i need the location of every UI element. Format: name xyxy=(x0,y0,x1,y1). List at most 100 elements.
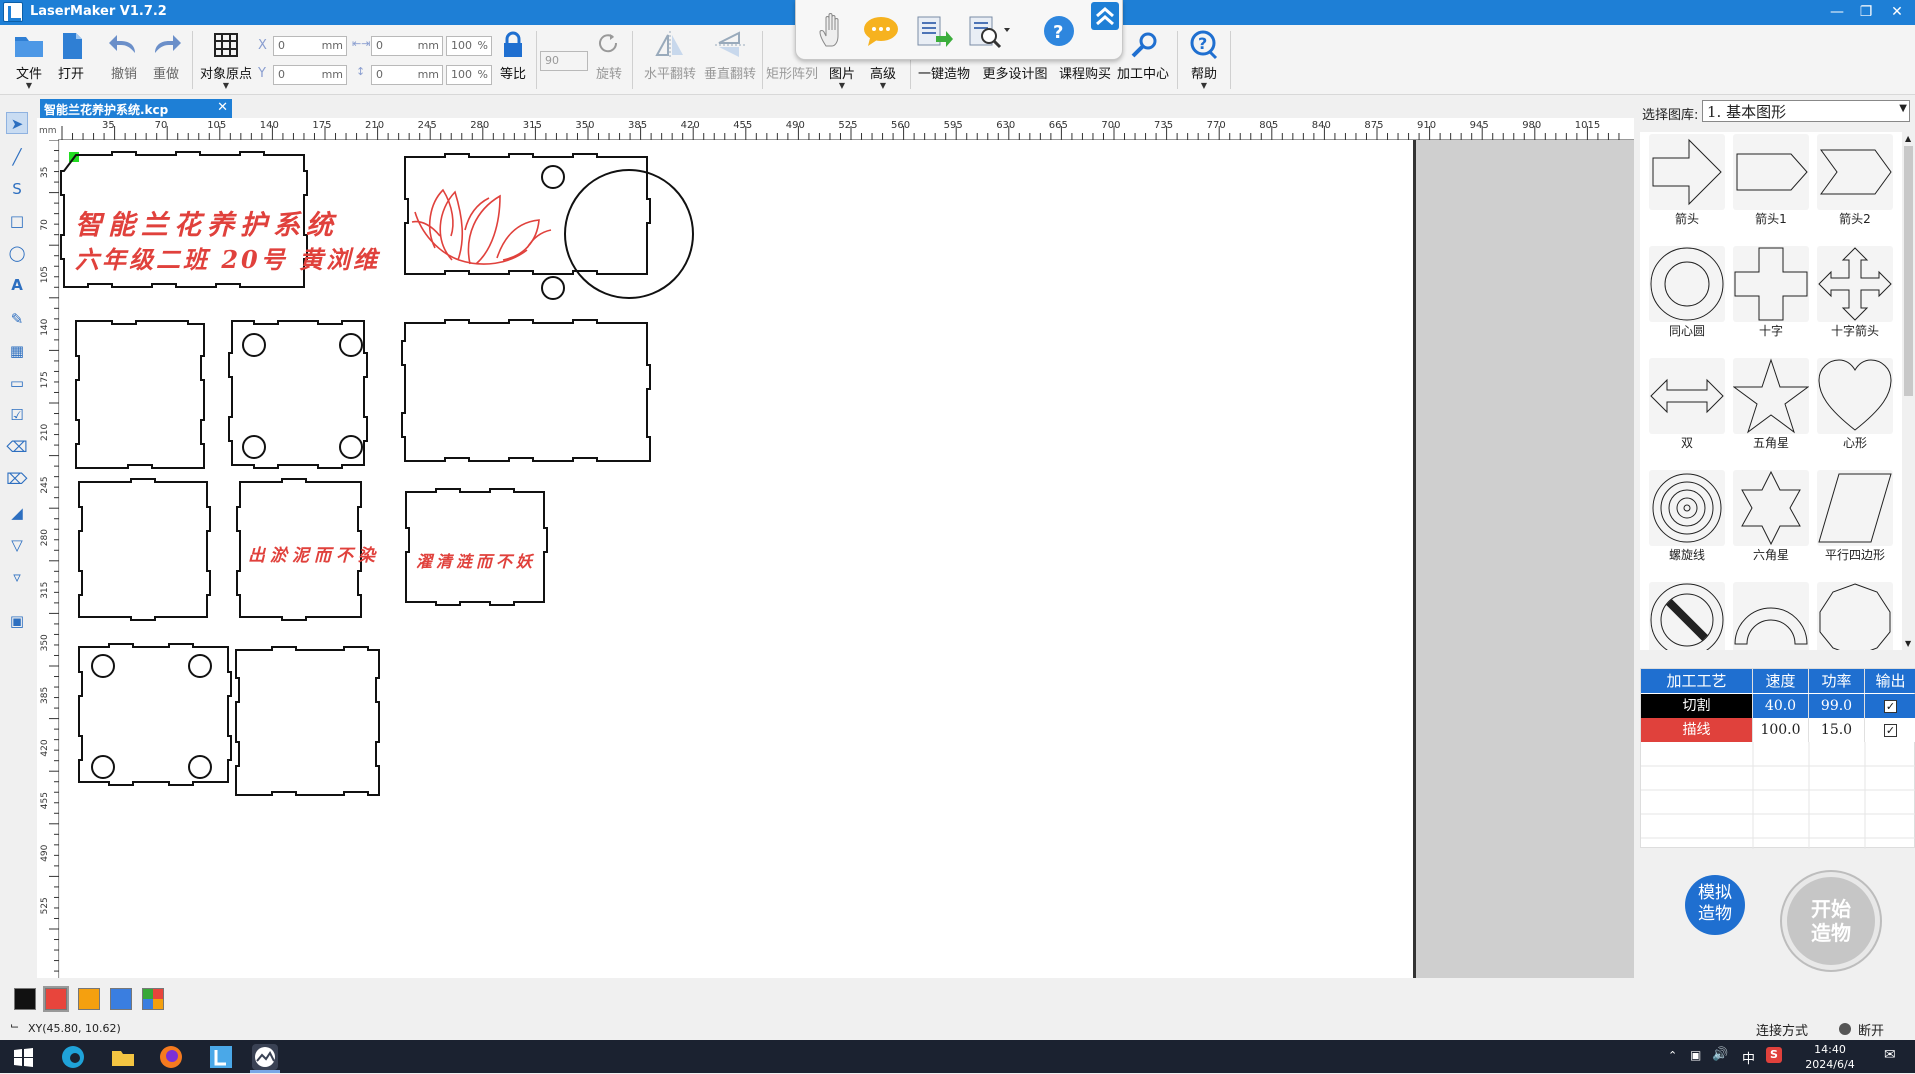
notification-icon[interactable]: ✉ xyxy=(1884,1047,1896,1063)
file-explorer-icon[interactable] xyxy=(110,1044,136,1070)
ime-indicator[interactable]: 中 xyxy=(1742,1048,1755,1067)
height-scale-input[interactable]: 100% xyxy=(446,65,492,85)
redo-button[interactable]: 重做 xyxy=(147,29,185,82)
width-input[interactable]: 0 mm xyxy=(371,36,443,56)
shape-concentric-circle[interactable]: 同心圆 xyxy=(1646,246,1728,339)
active-app-icon[interactable] xyxy=(252,1044,278,1070)
object-origin-button[interactable]: 对象原点 ▼ xyxy=(198,29,254,90)
height-input[interactable]: 0 mm xyxy=(371,65,443,85)
shape-heart[interactable]: 心形 xyxy=(1814,358,1896,451)
color-swatch-multi[interactable] xyxy=(142,988,164,1010)
large-circle-cutout[interactable] xyxy=(564,169,694,299)
tray-expand-icon[interactable]: ⌃ xyxy=(1668,1049,1677,1062)
help-circle-icon[interactable]: ? xyxy=(1042,14,1076,48)
hole[interactable] xyxy=(541,165,565,189)
connection-method-label[interactable]: 连接方式 xyxy=(1756,1020,1808,1039)
close-button[interactable]: ✕ xyxy=(1886,2,1908,22)
color-swatch-red[interactable] xyxy=(43,986,69,1012)
sogou-ime-icon[interactable]: S xyxy=(1766,1047,1782,1063)
box-panel-side-left[interactable] xyxy=(75,320,205,469)
hole[interactable] xyxy=(91,755,115,779)
shape-polygon[interactable] xyxy=(1814,582,1896,650)
select-tool-icon[interactable]: ➤ xyxy=(6,112,28,134)
hole[interactable] xyxy=(541,276,565,300)
x-position-input[interactable]: 0 mm xyxy=(273,36,347,56)
search-document-icon[interactable] xyxy=(966,14,1010,52)
network-icon[interactable]: ▣ xyxy=(1690,1048,1701,1062)
line-tool-icon[interactable]: ╱ xyxy=(6,146,28,168)
shape-arrow-1[interactable]: 箭头1 xyxy=(1730,134,1812,227)
box-panel-motto-2[interactable] xyxy=(405,488,548,606)
shape-double-arrow[interactable]: 双 xyxy=(1646,358,1728,451)
shape-cross[interactable]: 十字 xyxy=(1730,246,1812,339)
work-area[interactable]: 智能兰花养护系统 六年级二班 20号 黄浏维 出淤泥而不染 濯清涟而不妖 xyxy=(60,140,1416,978)
flip-vertical-button[interactable]: 垂直翻转 xyxy=(700,29,760,82)
document-tab[interactable]: 智能兰花养护系统.kcp ✕ xyxy=(40,99,232,118)
help-button[interactable]: ? 帮助 ▼ xyxy=(1185,29,1223,90)
rotate-button[interactable]: 旋转 xyxy=(592,29,626,82)
minimize-button[interactable]: — xyxy=(1826,2,1848,22)
restore-button[interactable]: ❐ xyxy=(1855,2,1877,22)
box-panel-10[interactable] xyxy=(235,646,380,796)
output-checkbox[interactable]: ✓ xyxy=(1865,694,1915,718)
distribute-tool-icon[interactable]: ▽ xyxy=(6,534,28,556)
shape-six-star[interactable]: 六角星 xyxy=(1730,470,1812,563)
engraved-title[interactable]: 智能兰花养护系统 xyxy=(75,210,339,241)
collapse-up-icon[interactable] xyxy=(1091,2,1119,30)
lasermaker-taskbar-icon[interactable] xyxy=(208,1044,234,1070)
open-button[interactable]: 打开 xyxy=(52,29,90,82)
close-tab-icon[interactable]: ✕ xyxy=(217,100,228,115)
box-panel-9[interactable] xyxy=(78,643,232,786)
engraved-motto-2[interactable]: 濯清涟而不妖 xyxy=(416,552,536,571)
mirror-tool-icon[interactable]: ▿ xyxy=(6,566,28,588)
shape-library-icon[interactable]: ▭ xyxy=(6,372,28,394)
pencil-tool-icon[interactable]: ✎ xyxy=(6,308,28,330)
hole[interactable] xyxy=(242,333,266,357)
hole[interactable] xyxy=(339,435,363,459)
undo-button[interactable]: 撤销 xyxy=(105,29,143,82)
ellipse-tool-icon[interactable]: ◯ xyxy=(6,242,28,264)
lotus-engraving[interactable] xyxy=(411,188,552,265)
box-panel-holes[interactable] xyxy=(228,320,368,469)
text-tool-icon[interactable]: A xyxy=(6,274,28,296)
shape-parallelogram[interactable]: 平行四边形 xyxy=(1814,470,1896,563)
design-canvas[interactable]: 智能兰花养护系统 六年级二班 20号 黄浏维 出淤泥而不染 濯清涟而不妖 xyxy=(60,140,1634,978)
rotate-angle-input[interactable]: 90 xyxy=(540,51,588,71)
hole[interactable] xyxy=(91,654,115,678)
firefox-icon[interactable] xyxy=(158,1044,184,1070)
processing-center-button[interactable]: 加工中心 xyxy=(1115,29,1171,82)
shape-cross-arrow[interactable]: 十字箭头 xyxy=(1814,246,1896,339)
scroll-down-icon[interactable]: ▼ xyxy=(1905,639,1911,648)
edit-tool-icon[interactable]: ☑ xyxy=(6,404,28,426)
shape-arrow-2[interactable]: 箭头2 xyxy=(1814,134,1896,227)
width-scale-input[interactable]: 100% xyxy=(446,36,492,56)
chat-bubble-icon[interactable] xyxy=(862,14,900,48)
hole[interactable] xyxy=(188,654,212,678)
simulate-make-button[interactable]: 模拟造物 xyxy=(1685,875,1745,935)
process-row-trace[interactable]: 描线 100.0 15.0 ✓ xyxy=(1641,718,1915,742)
edge-browser-icon[interactable] xyxy=(60,1044,86,1070)
shape-arc[interactable] xyxy=(1730,582,1812,650)
table-tool-icon[interactable]: ▦ xyxy=(6,340,28,362)
eraser-tool-icon[interactable]: ⌫ xyxy=(6,436,28,458)
engraved-motto-1[interactable]: 出淤泥而不染 xyxy=(248,546,380,566)
shape-five-star[interactable]: 五角星 xyxy=(1730,358,1812,451)
windows-start-icon[interactable] xyxy=(10,1044,36,1070)
box-panel-6[interactable] xyxy=(78,478,211,621)
camera-tool-icon[interactable]: ▣ xyxy=(6,610,28,632)
engraved-class-name[interactable]: 六年级二班 20号 黄浏维 xyxy=(75,245,381,274)
export-icon[interactable] xyxy=(914,14,954,50)
shape-arrow[interactable]: 箭头 xyxy=(1646,134,1728,227)
y-position-input[interactable]: 0 mm xyxy=(273,65,347,85)
flip-horizontal-button[interactable]: 水平翻转 xyxy=(640,29,700,82)
box-panel-bottom[interactable] xyxy=(401,319,651,462)
hole[interactable] xyxy=(188,755,212,779)
shape-spiral[interactable]: 螺旋线 xyxy=(1646,470,1728,563)
curve-tool-icon[interactable]: S xyxy=(6,178,28,200)
start-make-button[interactable]: 开始造物 xyxy=(1782,872,1880,970)
library-select[interactable]: 1. 基本图形 ▼ xyxy=(1702,100,1910,122)
library-scrollbar[interactable]: ▲ ▼ xyxy=(1902,132,1915,650)
rectangle-tool-icon[interactable]: □ xyxy=(6,210,28,232)
clock-time[interactable]: 14:40 xyxy=(1782,1043,1878,1056)
scroll-up-icon[interactable]: ▲ xyxy=(1905,134,1911,143)
